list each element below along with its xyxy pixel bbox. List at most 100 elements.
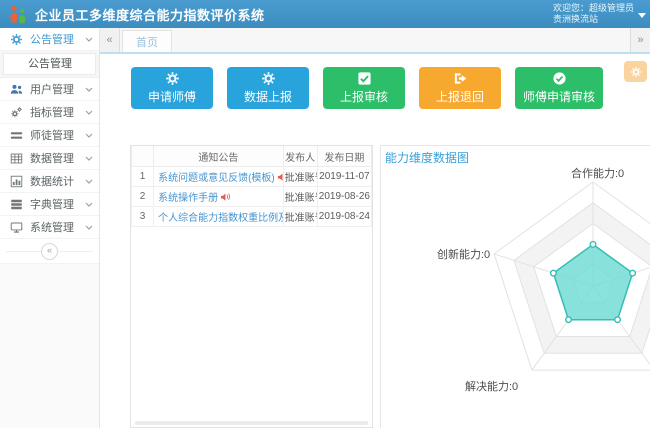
action-buttons: 申请师傅 数据上报 上报审核 上报退回 师傅申请审核 (131, 67, 603, 109)
tab-scroll-left-button[interactable]: « (100, 28, 120, 52)
notice-link[interactable]: 系统问题或意见反馈(模板) (158, 173, 275, 184)
sidebar-submenu: 公告管理 (0, 51, 99, 78)
megaphone-icon (277, 172, 283, 182)
tab-scroll-right-button[interactable]: » (630, 28, 650, 52)
row-index: 1 (132, 167, 154, 187)
radar-axis-label-cooperation: 合作能力:0 (571, 165, 624, 181)
button-label: 申请师傅 (148, 88, 196, 105)
sidebar-item-system-mgmt[interactable]: 系统管理 (0, 216, 99, 239)
sidebar-collapse-row: « (0, 239, 99, 264)
gear-icon (165, 71, 180, 86)
check-square-icon (357, 71, 372, 86)
notice-title-cell: 系统操作手册 (154, 187, 284, 207)
notice-link[interactable]: 个人综合能力指数权重比例及基数... (158, 213, 283, 224)
sidebar: 公告管理 公告管理 用户管理 指标管理 师徒管理 (0, 28, 100, 428)
sidebar-item-label: 字典管理 (30, 196, 74, 212)
report-return-button[interactable]: 上报退回 (419, 67, 501, 109)
sidebar-item-data-mgmt[interactable]: 数据管理 (0, 147, 99, 170)
sidebar-item-user-mgmt[interactable]: 用户管理 (0, 78, 99, 101)
col-index (132, 146, 154, 167)
date-cell: 2019-08-24 (317, 207, 371, 227)
sidebar-item-indicator-mgmt[interactable]: 指标管理 (0, 101, 99, 124)
chevron-down-icon (85, 37, 93, 42)
sign-out-icon (453, 71, 468, 86)
button-label: 上报审核 (340, 88, 388, 105)
station-text: 贵洲换流站 (553, 14, 634, 25)
col-publisher: 发布人 (283, 146, 317, 167)
table-icon (10, 152, 23, 165)
bar-chart-icon (10, 175, 23, 188)
welcome-text: 欢迎您：超级管理员 (553, 3, 634, 14)
desktop-icon (10, 221, 23, 234)
sidebar-item-label: 数据统计 (30, 173, 74, 189)
sidebar-subitem-notice-mgmt[interactable]: 公告管理 (3, 53, 96, 75)
button-label: 上报退回 (436, 88, 484, 105)
notice-link[interactable]: 系统操作手册 (158, 193, 218, 204)
chevron-down-icon (85, 133, 93, 138)
gear-icon (10, 33, 23, 46)
sidebar-item-dict-mgmt[interactable]: 字典管理 (0, 193, 99, 216)
chevron-down-icon (85, 202, 93, 207)
table-row: 3 个人综合能力指数权重比例及基数... 批准账号1 2019-08-24 (132, 207, 372, 227)
radar-axis-label-solving: 解决能力:0 (465, 378, 518, 394)
user-menu[interactable]: 欢迎您：超级管理员 贵洲换流站 (553, 3, 650, 25)
megaphone-icon (220, 192, 231, 202)
chevron-down-icon (85, 87, 93, 92)
sliders-icon (10, 129, 23, 142)
publisher-cell: 批准账号1 (283, 207, 317, 227)
publisher-cell: 批准账号1 (283, 167, 317, 187)
settings-fab-button[interactable] (624, 61, 647, 82)
date-cell: 2019-11-07 (317, 167, 371, 187)
radar-axis-label-innovation: 创新能力:0 (437, 246, 490, 262)
horizontal-scrollbar[interactable] (135, 421, 368, 425)
sidebar-item-mentor-mgmt[interactable]: 师徒管理 (0, 124, 99, 147)
sidebar-item-label: 指标管理 (30, 104, 74, 120)
layers-icon (10, 198, 23, 211)
table-row: 2 系统操作手册 批准账号1 2019-08-26 (132, 187, 372, 207)
header: 企业员工多维度综合能力指数评价系统 欢迎您：超级管理员 贵洲换流站 (0, 0, 650, 28)
sidebar-item-data-stats[interactable]: 数据统计 (0, 170, 99, 193)
users-icon (10, 83, 23, 96)
report-review-button[interactable]: 上报审核 (323, 67, 405, 109)
check-circle-icon (552, 71, 567, 86)
sidebar-collapse-button[interactable]: « (41, 243, 58, 260)
sidebar-item-notice-mgmt[interactable]: 公告管理 (0, 28, 99, 51)
col-notice-title: 通知公告 (154, 146, 284, 167)
radar-panel: 能力维度数据图 合作能力:0 创新能力:0 解决能力:0 (380, 145, 650, 428)
sidebar-item-label: 系统管理 (30, 219, 74, 235)
notice-title-cell: 个人综合能力指数权重比例及基数... (154, 207, 284, 227)
apply-mentor-button[interactable]: 申请师傅 (131, 67, 213, 109)
sidebar-item-label: 数据管理 (30, 150, 74, 166)
sidebar-item-label: 师徒管理 (30, 127, 74, 143)
table-row: 1 系统问题或意见反馈(模板) 批准账号1 2019-11-07 (132, 167, 372, 187)
page-title: 企业员工多维度综合能力指数评价系统 (35, 5, 265, 24)
main-content: 申请师傅 数据上报 上报审核 上报退回 师傅申请审核 (100, 54, 650, 428)
sidebar-item-label: 公告管理 (30, 31, 74, 47)
col-publish-date: 发布日期 (317, 146, 371, 167)
publisher-cell: 批准账号1 (283, 187, 317, 207)
tabbar: « 首页 » (100, 28, 650, 54)
sidebar-item-label: 用户管理 (30, 81, 74, 97)
radar-panel-title: 能力维度数据图 (385, 149, 469, 166)
button-label: 师傅申请审核 (523, 88, 595, 105)
date-cell: 2019-08-26 (317, 187, 371, 207)
notice-table: 通知公告 发布人 发布日期 1 系统问题或意见反馈(模板) 批准账号1 2019… (131, 146, 372, 227)
notice-title-cell: 系统问题或意见反馈(模板) (154, 167, 284, 187)
notice-table-header-row: 通知公告 发布人 发布日期 (132, 146, 372, 167)
sidebar-menu: 公告管理 公告管理 用户管理 指标管理 师徒管理 (0, 28, 99, 264)
gear-icon (630, 66, 642, 78)
chevron-down-icon (85, 110, 93, 115)
chevron-down-icon (85, 179, 93, 184)
app: 企业员工多维度综合能力指数评价系统 欢迎您：超级管理员 贵洲换流站 公告管理 公… (0, 0, 650, 428)
chevron-down-icon (85, 225, 93, 230)
gear-icon (261, 71, 276, 86)
tab-home[interactable]: 首页 (122, 30, 172, 52)
row-index: 3 (132, 207, 154, 227)
chevron-down-icon (85, 156, 93, 161)
cogs-icon (10, 106, 23, 119)
caret-down-icon (638, 13, 646, 18)
data-report-button[interactable]: 数据上报 (227, 67, 309, 109)
notice-panel: 通知公告 发布人 发布日期 1 系统问题或意见反馈(模板) 批准账号1 2019… (130, 145, 373, 428)
mentor-apply-review-button[interactable]: 师傅申请审核 (515, 67, 603, 109)
button-label: 数据上报 (244, 88, 292, 105)
